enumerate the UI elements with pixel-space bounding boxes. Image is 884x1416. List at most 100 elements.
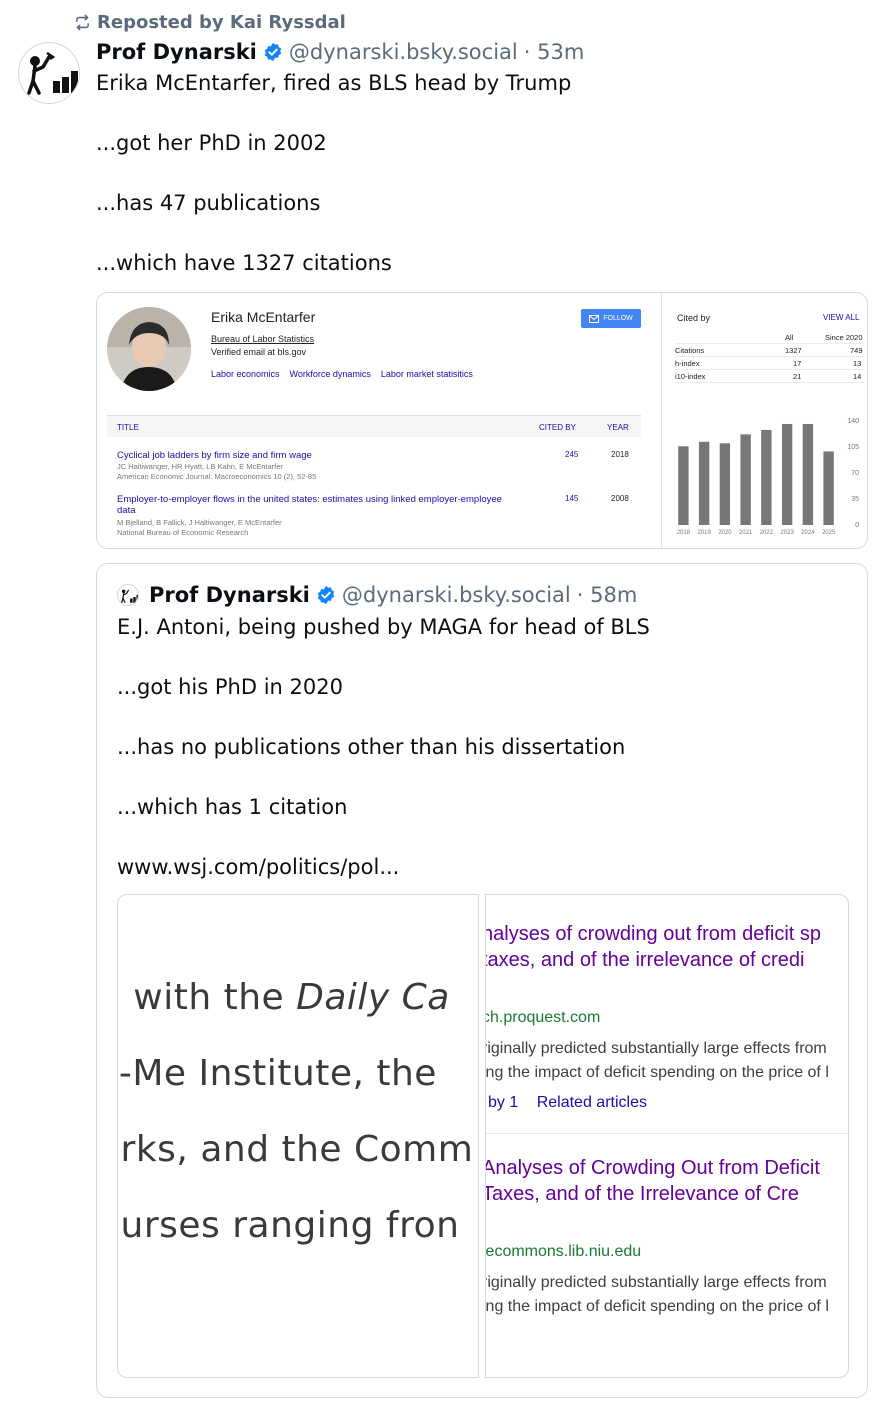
stat-all: 21 (793, 372, 802, 381)
view-all-link: VIEW ALL (823, 313, 860, 322)
image-text-line: ourses ranging fron (117, 1205, 460, 1246)
interest-tag: Workforce dynamics (289, 369, 371, 379)
author-handle[interactable]: @dynarski.bsky.social (289, 40, 518, 64)
chart-bar-2022 (761, 429, 772, 525)
chart-bar-2021 (740, 434, 751, 525)
verified-badge-icon (264, 42, 282, 62)
chart-xtick-2022: 2022 (760, 530, 774, 536)
quote-image-right[interactable]: nalyses of crowding out from deficit sp … (485, 894, 849, 1378)
chart-xtick-2024: 2024 (801, 530, 815, 536)
result-url: iecommons.lib.niu.edu (485, 1243, 642, 1260)
follow-label: FOLLOW (603, 315, 633, 322)
chart-xtick-2021: 2021 (739, 530, 753, 536)
article-authors: JC Haltiwanger, HR Hyatt, LB Kahn, E McE… (117, 462, 283, 471)
verified-badge-icon (317, 585, 335, 605)
post-header: Prof Dynarski @dynarski.bsky.social · 53… (96, 37, 584, 67)
scholar-profile-image[interactable]: Erika McEntarfer Bureau of Labor Statist… (96, 292, 868, 549)
image-text-italic: Daily Ca (296, 977, 450, 1018)
chart-bar-2024 (802, 423, 814, 525)
chart-bar-2018 (678, 446, 689, 525)
stat-all: 17 (793, 359, 802, 368)
result-title: nalyses of crowding out from deficit sp (485, 923, 822, 945)
articles-table-header: TITLE CITED BY YEAR (107, 415, 641, 437)
chart-xtick-2023: 2023 (780, 530, 794, 536)
citations-bar-chart: 2018 2019 2020 2021 2022 2023 2024 2025 140 105 70… (677, 418, 859, 536)
profile-photo (107, 307, 191, 391)
post-timestamp[interactable]: · 53m (524, 40, 585, 64)
cited-by-link: by 1 (488, 1094, 519, 1111)
result-title: Analyses of Crowding Out from Deficit (485, 1157, 820, 1179)
article-title: Cyclical job ladders by firm size and fi… (117, 450, 312, 461)
article-year: 2008 (611, 494, 629, 503)
scholar-email: Verified email at bls.gov (211, 347, 307, 357)
stat-since: 749 (850, 346, 863, 355)
result-snippet: riginally predicted substantially large … (485, 1274, 827, 1291)
quote-author-avatar[interactable] (117, 584, 139, 606)
chart-bar-2019 (698, 441, 710, 525)
mail-icon (589, 314, 600, 323)
title-header: TITLE (117, 423, 139, 432)
quote-image-left[interactable]: d with the Daily Ca v-Me Institute, the … (117, 894, 479, 1378)
chart-bar-2023 (781, 423, 793, 525)
chart-ytick-140: 140 (847, 418, 859, 425)
quote-author-handle[interactable]: @dynarski.bsky.social (342, 583, 571, 607)
result-title: Taxes, and of the Irrelevance of Cre (485, 1183, 799, 1205)
chart-ytick-70: 70 (851, 470, 859, 477)
chart-ytick-0: 0 (855, 522, 859, 529)
follow-button: FOLLOW (581, 309, 641, 328)
stat-label: i10-index (675, 372, 706, 381)
article-title: Employer-to-employer flows in the united… (117, 494, 502, 516)
quoted-post[interactable]: Prof Dynarski @dynarski.bsky.social · 58… (96, 563, 868, 1398)
citation-stats: All Since 2020 Citations 1327 749 h-index 17… (675, 331, 865, 383)
chart-bar-2025 (823, 451, 834, 525)
scholar-affiliation: Bureau of Labor Statistics (211, 334, 315, 344)
post-text: Erika McEntarfer, fired as BLS head by T… (96, 71, 572, 275)
image-text-line: d with the Daily Ca (118, 977, 450, 1018)
chart-xtick-2018: 2018 (677, 530, 691, 536)
stats-since-header: Since 2020 (825, 333, 863, 342)
chart-xtick-2019: 2019 (697, 530, 711, 536)
interest-tag: Labor market statisitics (380, 369, 473, 379)
result-title: taxes, and of the irrelevance of credi (485, 949, 805, 971)
author-name[interactable]: Prof Dynarski (96, 40, 257, 64)
chart-ytick-35: 35 (851, 496, 859, 503)
article-cited: 145 (565, 494, 579, 503)
result-snippet: ing the impact of deficit spending on th… (485, 1064, 829, 1081)
repost-icon (76, 14, 89, 30)
result-divider (486, 1133, 848, 1134)
cited-by-header: CITED BY (539, 423, 576, 432)
stat-since: 14 (853, 372, 862, 381)
result-url: ch.proquest.com (485, 1009, 601, 1026)
article-venue: National Bureau of Economic Research (117, 528, 249, 537)
article-venue: American Economic Journal: Macroeconomic… (117, 472, 317, 481)
chart-xtick-2025: 2025 (822, 530, 836, 536)
related-articles-link: Related articles (536, 1094, 647, 1111)
article-cited: 245 (565, 450, 579, 459)
scholar-name: Erika McEntarfer (211, 309, 316, 325)
result-snippet: riginally predicted substantially large … (485, 1040, 827, 1057)
stat-since: 13 (853, 359, 862, 368)
year-header: YEAR (607, 423, 629, 432)
author-avatar[interactable] (18, 42, 80, 104)
chart-ytick-105: 105 (847, 444, 859, 451)
image-text-line: orks, and the Comm (117, 1129, 474, 1170)
repost-label: Reposted by Kai Ryssdal (97, 11, 346, 33)
stat-label: Citations (675, 346, 705, 355)
repost-indicator[interactable]: Reposted by Kai Ryssdal (74, 10, 346, 34)
chart-bar-2020 (719, 443, 731, 525)
quote-timestamp[interactable]: · 58m (577, 583, 638, 607)
interest-tag: Labor economics (211, 369, 280, 379)
quote-text: E.J. Antoni, being pushed by MAGA for he… (117, 615, 650, 879)
quote-author-name[interactable]: Prof Dynarski (149, 583, 310, 607)
result-snippet: ing the impact of deficit spending on th… (485, 1298, 829, 1315)
result-links: by 1 Related articles (488, 1094, 647, 1112)
image-text-line: v-Me Institute, the (117, 1053, 437, 1094)
quote-header: Prof Dynarski @dynarski.bsky.social · 58… (149, 580, 637, 610)
stat-all: 1327 (785, 346, 802, 355)
stat-label: h-index (675, 359, 700, 368)
article-authors: M Bjelland, B Fallick, J Haltiwanger, E … (117, 518, 282, 527)
scholar-interests: Labor economics Workforce dynamics Labor… (211, 369, 473, 379)
cited-by-label: Cited by (677, 313, 711, 323)
chart-xtick-2020: 2020 (718, 530, 732, 536)
article-year: 2018 (611, 450, 629, 459)
